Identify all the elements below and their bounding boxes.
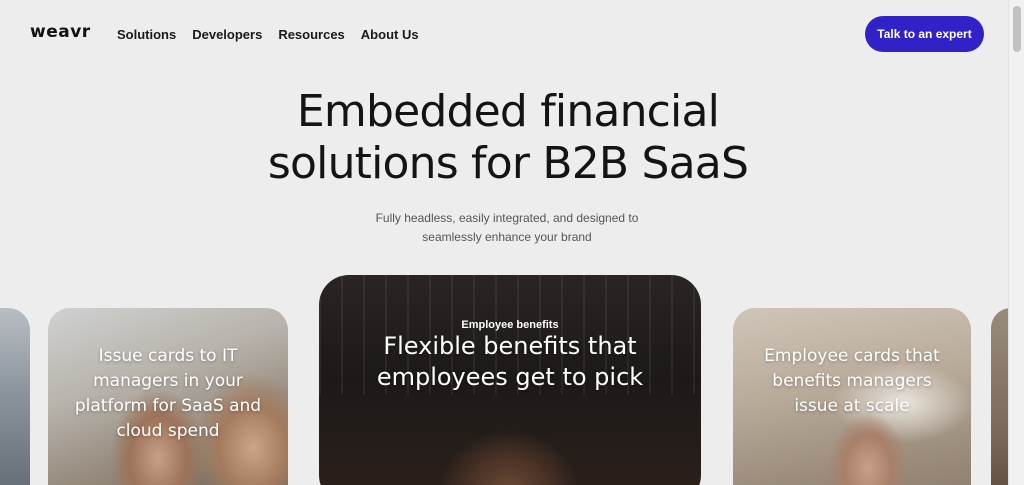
card-caption: Employee cards that benefits managers is… — [764, 346, 940, 416]
weavr-logo[interactable]: weavr — [30, 22, 91, 42]
carousel-card-partial-left[interactable] — [0, 308, 30, 485]
card-caption: Issue cards to IT managers in your platf… — [74, 346, 262, 441]
top-navigation: weavr Solutions Developers Resources Abo… — [0, 0, 1008, 68]
menu-item-solutions[interactable]: Solutions — [117, 27, 176, 42]
menu-item-resources[interactable]: Resources — [278, 27, 344, 42]
hero-title-line-1: Embedded financial — [296, 86, 720, 137]
carousel-card-employee-cards[interactable]: Employee cards that benefits managers is… — [733, 308, 971, 485]
menu-item-developers[interactable]: Developers — [192, 27, 262, 42]
card-caption: Flexible benefits that employees get to … — [376, 332, 644, 391]
carousel-card-employee-benefits[interactable]: Employee benefits Flexible benefits that… — [319, 275, 701, 485]
hero-title-line-2: solutions for B2B SaaS — [267, 138, 749, 189]
hero-subtitle: Fully headless, easily integrated, and d… — [357, 209, 657, 247]
page-scrollbar[interactable] — [1008, 0, 1024, 485]
scrollbar-thumb[interactable] — [1013, 6, 1021, 52]
hero-subtitle-line-2: seamlessly enhance your brand — [422, 230, 592, 244]
card-eyebrow: Employee benefits — [461, 319, 559, 331]
carousel-card-it-managers[interactable]: Issue cards to IT managers in your platf… — [48, 308, 288, 485]
menu-item-about-us[interactable]: About Us — [361, 27, 419, 42]
hero-subtitle-line-1: Fully headless, easily integrated, and d… — [375, 211, 639, 225]
hero-title: Embedded financial solutions for B2B Saa… — [0, 86, 1016, 190]
main-menu: Solutions Developers Resources About Us — [117, 27, 435, 42]
talk-to-expert-button[interactable]: Talk to an expert — [865, 16, 984, 52]
